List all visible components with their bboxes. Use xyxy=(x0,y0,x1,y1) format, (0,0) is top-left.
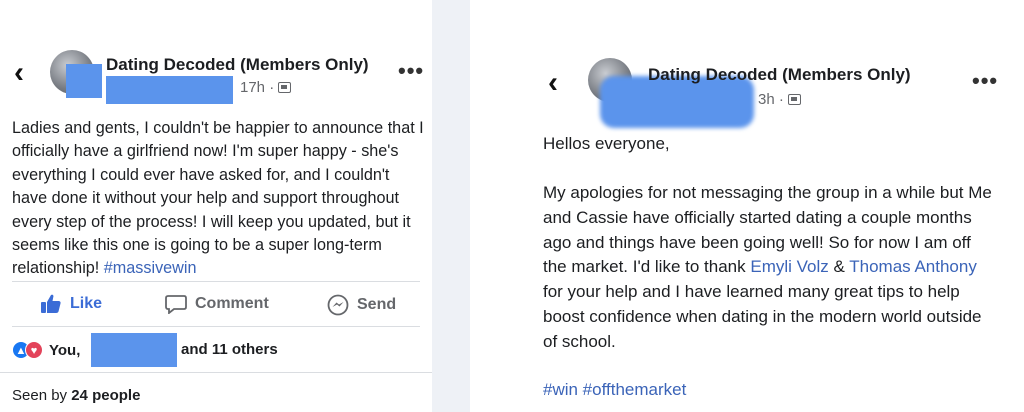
right-post-panel: ‹ Dating Decoded (Members Only) 3h · •••… xyxy=(516,0,1024,412)
hashtag-link[interactable]: #massivewin xyxy=(104,259,197,277)
seen-prefix: Seen by xyxy=(12,387,68,404)
seen-by-count[interactable]: Seen by 24 people xyxy=(12,387,140,404)
more-options-icon[interactable]: ••• xyxy=(972,68,998,94)
group-name-link[interactable]: Dating Decoded (Members Only) xyxy=(106,55,369,75)
post-body: Ladies and gents, I couldn't be happier … xyxy=(12,117,424,281)
ampersand-text: & xyxy=(828,257,850,277)
hashtags-link[interactable]: #win #offthemarket xyxy=(543,378,995,403)
left-post-panel: ‹ Dating Decoded (Members Only) 17h · ••… xyxy=(0,0,432,412)
send-label: Send xyxy=(357,296,397,313)
panel-separator xyxy=(470,0,516,412)
comment-button[interactable]: Comment xyxy=(165,294,269,314)
post-time: 3h · xyxy=(758,91,784,108)
post-time-meta: 17h · xyxy=(240,79,292,96)
messenger-icon xyxy=(327,294,349,316)
post-time-meta: 3h · xyxy=(758,91,801,108)
greeting-text: Hellos everyone, xyxy=(543,134,670,153)
divider xyxy=(0,372,432,373)
members-icon xyxy=(278,82,292,93)
mention-link[interactable]: Emyli Volz xyxy=(750,257,828,276)
seen-count: 24 people xyxy=(71,387,141,404)
divider xyxy=(12,326,420,327)
reaction-summary[interactable]: ▲ ♥ You, xyxy=(12,341,80,359)
like-button[interactable]: Like xyxy=(40,294,102,314)
comment-label: Comment xyxy=(195,295,269,312)
back-chevron-icon[interactable]: ‹ xyxy=(14,58,24,88)
post-body-text: Ladies and gents, I couldn't be happier … xyxy=(12,119,424,278)
members-icon xyxy=(787,94,801,105)
post-body-text: for your help and I have learned many gr… xyxy=(543,282,982,351)
more-options-icon[interactable]: ••• xyxy=(398,58,424,84)
like-label: Like xyxy=(70,295,103,312)
mention-link[interactable]: Thomas Anthony xyxy=(849,257,977,276)
reaction-you: You, xyxy=(49,341,81,359)
back-chevron-icon[interactable]: ‹ xyxy=(548,68,558,98)
thumbs-up-icon xyxy=(41,294,61,313)
love-reaction-icon: ♥ xyxy=(25,341,43,359)
post-body: My apologies for not messaging the group… xyxy=(543,181,995,355)
divider xyxy=(12,281,420,282)
redaction-author-name xyxy=(106,76,233,104)
redaction-avatar xyxy=(66,64,102,98)
redaction-reactor-name xyxy=(91,333,177,367)
send-button[interactable]: Send xyxy=(327,294,396,316)
comment-icon xyxy=(165,295,187,314)
reaction-others[interactable]: and 11 others xyxy=(181,341,278,358)
group-name-link[interactable]: Dating Decoded (Members Only) xyxy=(648,65,911,85)
post-time: 17h · xyxy=(240,79,275,96)
panel-separator xyxy=(432,0,470,412)
